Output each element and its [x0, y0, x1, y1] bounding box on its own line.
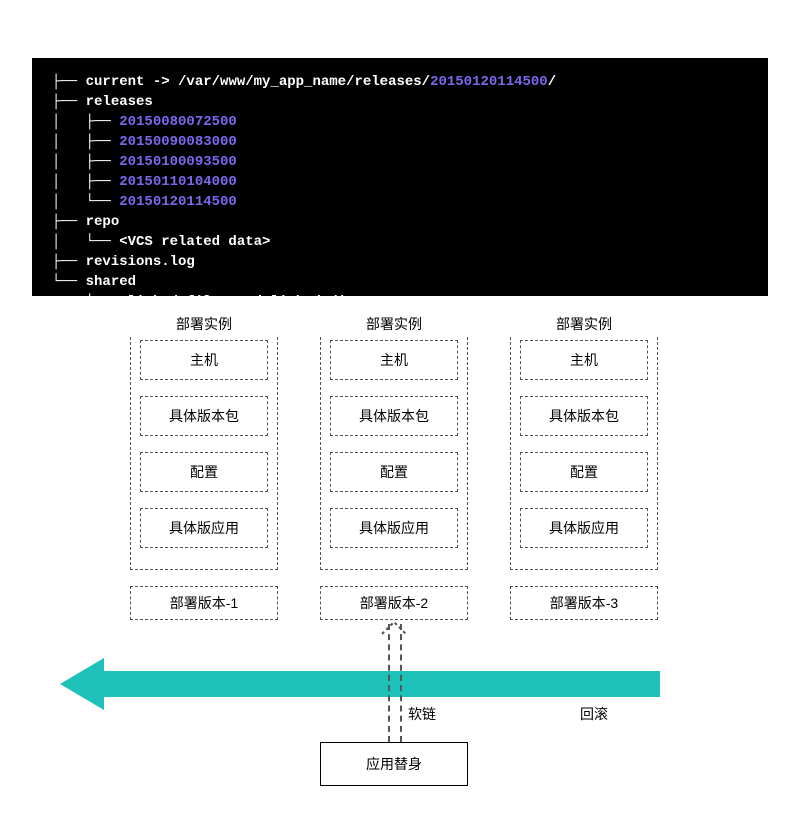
app-box: 具体版应用 — [140, 508, 268, 548]
config-box: 配置 — [520, 452, 648, 492]
host-box: 主机 — [520, 340, 648, 380]
instance-title: 部署实例 — [320, 312, 468, 336]
softlink-arrowhead-icon — [380, 620, 408, 636]
current-symlink: current -> — [86, 74, 178, 90]
release-entry: 20150110104000 — [119, 174, 237, 190]
softlink-line — [400, 624, 402, 742]
release-entry: 20150120114500 — [119, 194, 237, 210]
revisions-file: revisions.log — [86, 254, 195, 270]
rollback-arrow-body — [104, 671, 660, 697]
package-box: 具体版本包 — [330, 396, 458, 436]
repo-dir: repo — [86, 214, 120, 230]
rollback-label: 回滚 — [580, 704, 608, 724]
softlink-line — [388, 624, 390, 742]
version-label-3: 部署版本-3 — [510, 586, 658, 620]
version-label-1: 部署版本-1 — [130, 586, 278, 620]
app-box: 具体版应用 — [330, 508, 458, 548]
shared-dir: shared — [86, 274, 136, 290]
instance-title: 部署实例 — [130, 312, 278, 336]
package-box: 具体版本包 — [520, 396, 648, 436]
version-label-2: 部署版本-2 — [320, 586, 468, 620]
config-box: 配置 — [140, 452, 268, 492]
releases-dir: releases — [86, 94, 153, 110]
release-entry: 20150080072500 — [119, 114, 237, 130]
repo-note: <VCS related data> — [119, 234, 270, 250]
instance-title: 部署实例 — [510, 312, 658, 336]
release-entry: 20150090083000 — [119, 134, 237, 150]
shared-note: <linked_files and linked_dirs> — [119, 294, 371, 310]
package-box: 具体版本包 — [140, 396, 268, 436]
app-box: 具体版应用 — [520, 508, 648, 548]
softlink-label: 软链 — [408, 704, 436, 724]
rollback-arrow-head — [60, 658, 104, 710]
host-box: 主机 — [140, 340, 268, 380]
config-box: 配置 — [330, 452, 458, 492]
terminal-block: ├── current -> /var/www/my_app_name/rele… — [32, 58, 768, 296]
host-box: 主机 — [330, 340, 458, 380]
release-entry: 20150100093500 — [119, 154, 237, 170]
app-stub-box: 应用替身 — [320, 742, 468, 786]
